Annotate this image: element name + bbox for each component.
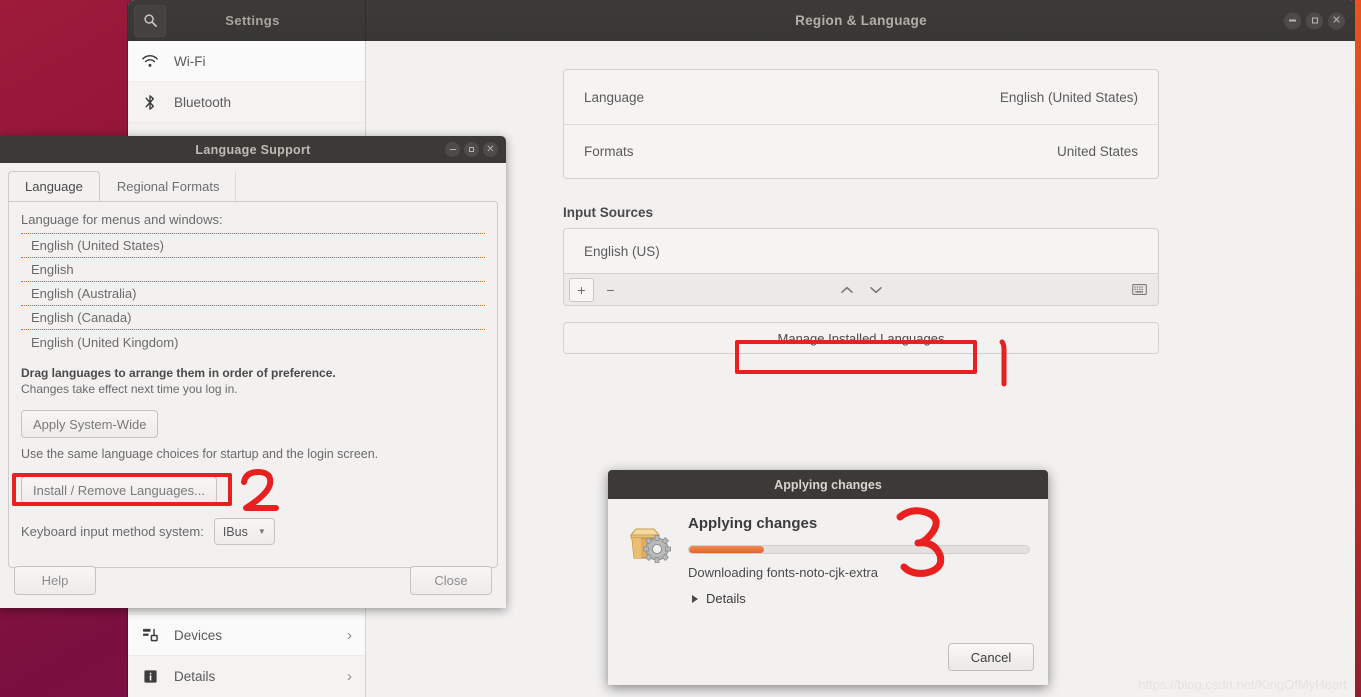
row-label: Formats: [584, 144, 634, 159]
keyboard-icon[interactable]: [1127, 278, 1152, 302]
input-sources-title: Input Sources: [563, 205, 1159, 220]
language-support-tabs: Language Regional Formats: [0, 163, 506, 201]
row-language[interactable]: Language English (United States): [564, 70, 1158, 124]
language-tab-panel: Language for menus and windows: English …: [8, 201, 498, 568]
apply-system-wide-button[interactable]: Apply System-Wide: [21, 410, 158, 438]
drag-hint-text: Drag languages to arrange them in order …: [21, 366, 485, 380]
list-item[interactable]: English (Australia): [21, 282, 485, 306]
language-support-footer: Help Close: [0, 552, 506, 608]
drag-sub-text: Changes take effect next time you log in…: [21, 382, 485, 396]
maximize-icon[interactable]: [464, 142, 479, 157]
chevron-right-icon: ›: [347, 627, 352, 644]
keyboard-input-method-row: Keyboard input method system: IBus ▼: [21, 518, 485, 545]
help-button[interactable]: Help: [14, 566, 96, 595]
applying-changes-footer: Cancel: [948, 643, 1034, 671]
triangle-right-icon: [692, 595, 698, 603]
add-input-source-button[interactable]: +: [569, 278, 594, 302]
keyboard-input-method-select[interactable]: IBus ▼: [214, 518, 275, 545]
sidebar-bottom-group: Devices › Details ›: [128, 615, 365, 697]
sidebar-item-bluetooth[interactable]: Bluetooth: [128, 82, 365, 123]
list-item[interactable]: English (United States): [21, 234, 485, 258]
reorder-buttons: [834, 278, 888, 302]
remove-input-source-button[interactable]: −: [598, 278, 623, 302]
language-preference-list: English (United States) English English …: [21, 233, 485, 354]
sidebar-item-label: Wi-Fi: [174, 54, 352, 69]
applying-changes-heading: Applying changes: [688, 515, 1030, 532]
sidebar-item-details[interactable]: Details ›: [128, 656, 365, 697]
keyboard-input-method-value: IBus: [223, 525, 248, 539]
list-item[interactable]: English: [21, 258, 485, 282]
settings-sidebar-header: Settings: [128, 0, 366, 41]
maximize-icon[interactable]: [1306, 12, 1323, 29]
minimize-icon[interactable]: [1284, 12, 1301, 29]
keyboard-input-method-label: Keyboard input method system:: [21, 524, 204, 539]
sidebar-item-wifi[interactable]: Wi-Fi: [128, 41, 365, 82]
panel-label: Language for menus and windows:: [21, 212, 485, 227]
package-gear-icon: [626, 518, 674, 566]
close-button[interactable]: Close: [410, 566, 492, 595]
applying-changes-content: Applying changes Downloading fonts-noto-…: [688, 515, 1030, 606]
settings-app-title: Settings: [166, 13, 339, 28]
row-formats[interactable]: Formats United States: [564, 124, 1158, 178]
cancel-button[interactable]: Cancel: [948, 643, 1034, 671]
use-same-text: Use the same language choices for startu…: [21, 447, 485, 461]
applying-changes-progress: [688, 545, 1030, 554]
desktop-edge-strip: [1355, 0, 1361, 697]
progress-fill: [689, 546, 764, 553]
applying-changes-status: Downloading fonts-noto-cjk-extra: [688, 565, 1030, 580]
applying-changes-body: Applying changes Downloading fonts-noto-…: [608, 499, 1048, 606]
minimize-icon[interactable]: [445, 142, 460, 157]
devices-icon: [141, 628, 159, 642]
applying-changes-title: Applying changes: [774, 478, 882, 492]
close-icon[interactable]: ✕: [483, 142, 498, 157]
list-item[interactable]: English (Canada): [21, 306, 485, 330]
language-formats-card: Language English (United States) Formats…: [563, 69, 1159, 179]
list-item: English (US): [584, 244, 660, 259]
settings-titlebar: Settings Region & Language ✕: [128, 0, 1356, 41]
list-item[interactable]: English (United Kingdom): [21, 330, 485, 354]
sidebar-item-label: Devices: [174, 628, 332, 643]
wifi-icon: [141, 55, 159, 68]
input-sources-list[interactable]: English (US): [563, 228, 1159, 274]
language-support-window: Language Support ✕ Language Regional For…: [0, 136, 506, 608]
settings-page-header: Region & Language ✕: [366, 0, 1356, 41]
chevron-right-icon: ›: [347, 668, 352, 685]
move-down-button[interactable]: [863, 278, 888, 302]
language-support-title: Language Support: [195, 143, 310, 157]
tab-regional-formats[interactable]: Regional Formats: [100, 171, 237, 201]
close-icon[interactable]: ✕: [1328, 12, 1345, 29]
info-icon: [141, 669, 159, 684]
applying-changes-titlebar: Applying changes: [608, 470, 1048, 499]
language-support-window-controls: ✕: [445, 142, 498, 157]
sidebar-item-label: Bluetooth: [174, 95, 352, 110]
manage-installed-languages-label: Manage Installed Languages: [778, 331, 945, 346]
row-label: Language: [584, 90, 644, 105]
row-value: English (United States): [1000, 90, 1138, 105]
page-title: Region & Language: [366, 13, 1356, 28]
sidebar-item-label: Details: [174, 669, 332, 684]
applying-changes-dialog: Applying changes: [608, 470, 1048, 685]
language-support-titlebar: Language Support ✕: [0, 136, 506, 163]
bluetooth-icon: [141, 94, 159, 111]
install-remove-languages-button[interactable]: Install / Remove Languages...: [21, 476, 217, 504]
details-label: Details: [706, 591, 746, 606]
move-up-button[interactable]: [834, 278, 859, 302]
manage-installed-languages-button[interactable]: Manage Installed Languages: [563, 322, 1159, 354]
chevron-down-icon: ▼: [258, 527, 266, 536]
input-sources-toolbar: + −: [563, 274, 1159, 306]
row-value: United States: [1057, 144, 1138, 159]
sidebar-item-devices[interactable]: Devices ›: [128, 615, 365, 656]
search-icon[interactable]: [134, 5, 166, 37]
window-controls: ✕: [1284, 12, 1345, 29]
tab-language[interactable]: Language: [8, 171, 100, 201]
details-expander[interactable]: Details: [692, 591, 1030, 606]
